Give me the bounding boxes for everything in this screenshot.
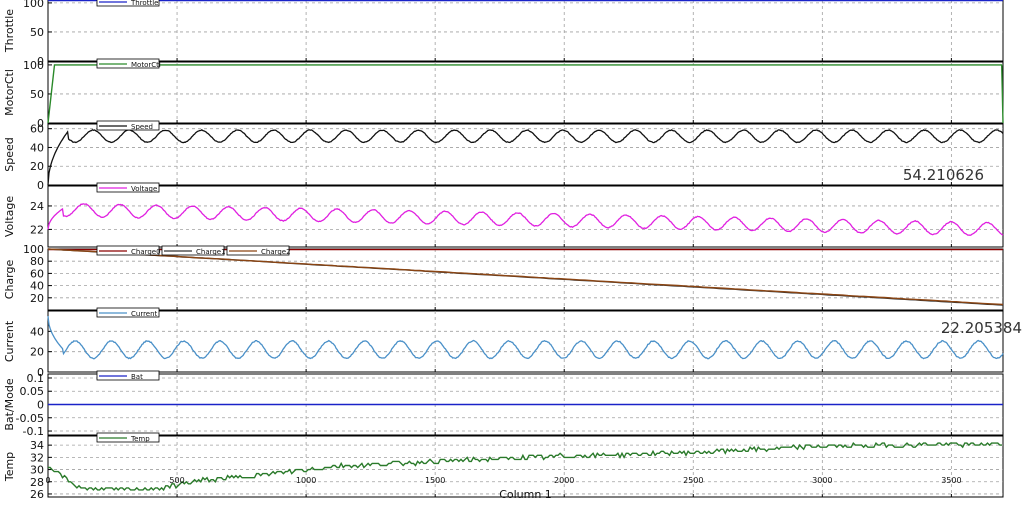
y-tick-label: 34 <box>30 439 44 452</box>
y-tick-label: 20 <box>30 160 44 173</box>
y-tick-label: 80 <box>30 255 44 268</box>
legend-entry: Bat <box>96 370 160 381</box>
y-axis-label: Charge <box>3 260 16 300</box>
y-tick-label: 28 <box>30 476 44 489</box>
value-readout: 22.205384 <box>941 319 1022 337</box>
panel-voltage: 22 24 Voltage Voltage <box>3 182 1004 248</box>
y-tick-label: 0.05 <box>20 385 45 398</box>
y-tick-label: 100 <box>23 59 44 72</box>
legend-entry: Throttle <box>96 0 160 7</box>
legend-label: Charge2 <box>261 248 291 256</box>
y-tick-label: 20 <box>30 346 44 359</box>
x-tick-label: 0 <box>45 476 50 485</box>
y-tick-label: 24 <box>30 200 44 213</box>
legend-label: Voltage <box>131 185 157 193</box>
legend-entry: Charge2 <box>226 245 291 256</box>
y-tick-label: 60 <box>30 123 44 136</box>
y-tick-label: 50 <box>30 88 44 101</box>
y-tick-label: 30 <box>30 464 44 477</box>
panel-batmode: -0.1-0.0500.050.1 Bat/Mode Bat <box>3 370 1004 438</box>
y-tick-label: 20 <box>30 292 44 305</box>
legend-label: Throttle <box>130 0 158 7</box>
multi-panel-line-chart: 0 50 100 Throttle Throttle 0 50 100 MotorCtl Moto… <box>3 0 1022 501</box>
legend-label: MotorCtl <box>131 61 161 69</box>
legend-entry: MotorCtl <box>96 58 161 69</box>
chart-stack: 0 50 100 Throttle Throttle 0 50 100 MotorCtl Moto… <box>0 0 1024 504</box>
y-tick-label: 100 <box>23 243 44 256</box>
plot-frame <box>47 185 1004 248</box>
y-tick-label: 26 <box>30 488 44 501</box>
y-tick-label: 40 <box>30 325 44 338</box>
panel-motorctl: 050100MotorCtlMotorCtl <box>3 58 1004 130</box>
y-tick-label: 40 <box>30 280 44 293</box>
y-tick-label: 60 <box>30 267 44 280</box>
y-tick-label: 32 <box>30 451 44 464</box>
y-tick-label: 100 <box>23 0 44 10</box>
y-tick-label: 0 <box>37 399 44 412</box>
y-axis-label: Current <box>3 320 16 362</box>
legend-label: Charge0 <box>131 248 161 256</box>
y-tick-label: -0.1 <box>23 425 44 438</box>
x-tick-label: 3500 <box>941 476 961 485</box>
legend-label: Current <box>131 310 158 318</box>
x-tick-label: 3000 <box>812 476 832 485</box>
plot-frame <box>47 0 1004 62</box>
y-axis-label: Speed <box>3 137 16 171</box>
legend-entry: Temp <box>96 432 160 443</box>
x-tick-label: 1500 <box>425 476 445 485</box>
legend-entry: Speed <box>96 120 160 131</box>
legend-label: Charge1 <box>196 248 226 256</box>
panel-current: 02040CurrentCurrent22.205384 <box>3 307 1022 379</box>
legend-entry: Voltage <box>96 182 160 193</box>
legend-entry: Current <box>96 307 160 318</box>
panel-charge: 20406080100 Charge Charge0 Charge1 Charge2 <box>3 243 1004 311</box>
value-readout: 54.210626 <box>903 166 984 184</box>
y-axis-label: Bat/Mode <box>3 378 16 431</box>
panel-speed: 0 20 40 60 Speed Speed 54.210626 <box>3 120 1004 192</box>
y-axis-label: Voltage <box>3 196 16 237</box>
x-tick-label: 2000 <box>554 476 574 485</box>
plot-frame <box>47 248 1004 311</box>
x-axis-label: Column 1 <box>499 488 552 501</box>
y-tick-label: 22 <box>30 223 44 236</box>
y-tick-label: 40 <box>30 141 44 154</box>
plot-frame <box>47 310 1004 373</box>
y-axis-label: Temp <box>3 452 16 482</box>
y-tick-label: 0 <box>37 179 44 192</box>
x-tick-label: 1000 <box>296 476 316 485</box>
legend-entry: Charge0 <box>96 245 161 256</box>
y-tick-label: -0.05 <box>16 412 44 425</box>
plot-frame <box>47 61 1004 124</box>
panel-throttle: 050100ThrottleThrottle <box>3 0 1004 68</box>
x-tick-label: 2500 <box>683 476 703 485</box>
x-tick-label: 500 <box>169 476 184 485</box>
legend-label: Bat <box>131 373 143 381</box>
legend-label: Temp <box>130 435 150 443</box>
plot-frame <box>47 123 1004 186</box>
y-axis-label: Throttle <box>3 9 16 53</box>
y-tick-label: 0.1 <box>27 372 45 385</box>
y-axis-label: MotorCtl <box>3 69 16 116</box>
legend-label: Speed <box>131 123 153 131</box>
legend-entry: Charge1 <box>161 245 226 256</box>
y-tick-label: 50 <box>30 26 44 39</box>
